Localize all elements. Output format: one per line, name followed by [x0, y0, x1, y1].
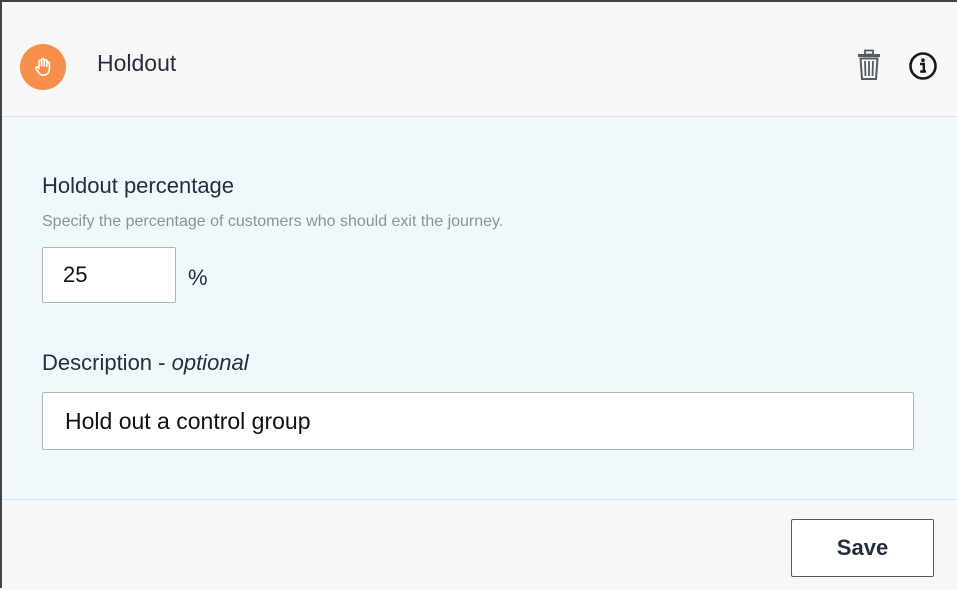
hand-stop-icon [20, 44, 66, 90]
save-button[interactable]: Save [791, 519, 934, 577]
percent-unit: % [188, 265, 208, 290]
description-label: Description - optional [42, 350, 249, 376]
holdout-percentage-hint: Specify the percentage of customers who … [42, 213, 504, 230]
holdout-percentage-input[interactable] [42, 247, 176, 303]
panel-header: Holdout [2, 2, 957, 117]
panel-body: Holdout percentage Specify the percentag… [2, 117, 957, 500]
holdout-panel: Holdout Holdout percentage Specify the p… [0, 0, 957, 590]
hand-glyph [35, 57, 51, 76]
holdout-percentage-label: Holdout percentage [42, 173, 235, 198]
description-label-main: Description - [42, 350, 172, 375]
trash-icon[interactable] [854, 49, 884, 81]
description-label-optional: optional [171, 350, 249, 375]
description-input[interactable] [42, 392, 914, 450]
panel-footer: Save [2, 500, 957, 590]
info-icon[interactable] [908, 51, 938, 81]
panel-title: Holdout [97, 50, 177, 76]
